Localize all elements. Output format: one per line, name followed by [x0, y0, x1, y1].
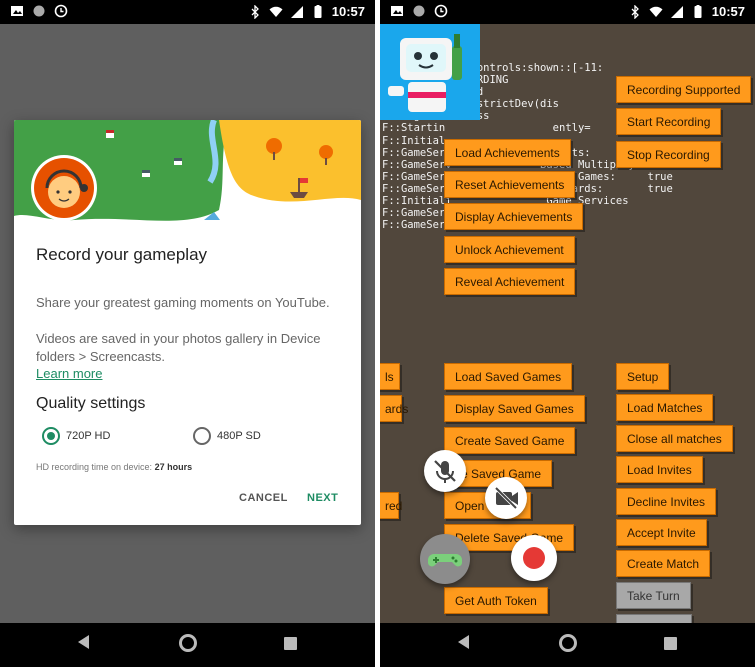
- bluetooth-icon: [631, 4, 639, 19]
- setup-button[interactable]: Setup: [616, 363, 670, 390]
- display-saved-games-button[interactable]: Display Saved Games: [444, 395, 585, 422]
- wifi-icon: [269, 6, 283, 17]
- record-button[interactable]: [511, 535, 557, 581]
- recent-apps-icon[interactable]: [284, 637, 297, 650]
- display-achievements-button[interactable]: Display Achievements: [444, 203, 584, 230]
- radio-480p-sd-label[interactable]: 480P SD: [217, 430, 261, 442]
- navigation-bar: [0, 623, 375, 667]
- home-icon[interactable]: [559, 634, 577, 652]
- image-notification-icon: [11, 6, 23, 16]
- accept-invite-button[interactable]: Accept Invite: [616, 519, 707, 546]
- circle-notification-icon: [413, 5, 425, 17]
- get-auth-token-button[interactable]: Get Auth Token: [444, 587, 548, 614]
- partial-left-button-3[interactable]: red: [380, 492, 402, 519]
- radio-720p-hd-label[interactable]: 720P HD: [66, 430, 110, 442]
- dialog-description: Share your greatest gaming moments on Yo…: [36, 295, 330, 310]
- battery-icon: [694, 4, 702, 18]
- image-notification-icon: [391, 6, 403, 16]
- dialog-title: Record your gameplay: [36, 245, 208, 264]
- mic-off-icon: [434, 460, 456, 483]
- unlock-achievement-button[interactable]: Unlock Achievement: [444, 236, 575, 263]
- right-phone-screen: 10:57 ng:controls:shown::[-11: RECORDING…: [380, 0, 755, 667]
- load-saved-games-button[interactable]: Load Saved Games: [444, 363, 573, 390]
- battery-icon: [314, 4, 322, 18]
- navigation-bar: [380, 623, 755, 667]
- decline-invites-button[interactable]: Decline Invites: [616, 488, 717, 515]
- next-button[interactable]: NEXT: [307, 492, 338, 504]
- clock-notification-icon: [434, 4, 448, 18]
- clock-time: 10:57: [711, 4, 745, 19]
- robot-avatar-image: [380, 24, 480, 120]
- quality-settings-title: Quality settings: [36, 395, 146, 412]
- close-all-matches-button[interactable]: Close all matches: [616, 425, 733, 452]
- stop-recording-button[interactable]: Stop Recording: [616, 141, 721, 168]
- back-icon[interactable]: [458, 635, 469, 649]
- take-turn-button[interactable]: Take Turn: [616, 582, 691, 609]
- recording-supported-button[interactable]: Recording Supported: [616, 76, 752, 103]
- bluetooth-icon: [251, 4, 259, 19]
- hd-recording-time-label: HD recording time on device:: [36, 462, 153, 472]
- record-gameplay-dialog: Record your gameplay Share your greatest…: [14, 120, 361, 525]
- cancel-button[interactable]: CANCEL: [239, 492, 288, 504]
- status-bar: 10:57: [380, 0, 755, 24]
- learn-more-link[interactable]: Learn more: [36, 366, 102, 381]
- create-match-button[interactable]: Create Match: [616, 550, 711, 577]
- clock-notification-icon: [54, 4, 68, 18]
- radio-480p-sd[interactable]: [193, 427, 211, 445]
- hd-recording-time: HD recording time on device: 27 hours: [36, 462, 192, 472]
- status-bar: 10:57: [0, 0, 375, 24]
- circle-notification-icon: [33, 5, 45, 17]
- recent-apps-icon[interactable]: [664, 637, 677, 650]
- partial-left-button-1[interactable]: ls: [380, 363, 400, 390]
- wifi-icon: [649, 6, 663, 17]
- back-icon[interactable]: [78, 635, 89, 649]
- hd-recording-time-value: 27 hours: [154, 462, 193, 472]
- start-recording-button[interactable]: Start Recording: [616, 108, 722, 135]
- left-phone-screen: 10:57 Record your gameplay Share your gr…: [0, 0, 375, 667]
- radio-720p-hd[interactable]: [42, 427, 60, 445]
- play-games-button[interactable]: [420, 534, 470, 584]
- dialog-save-info: Videos are saved in your photos gallery …: [36, 331, 321, 364]
- signal-icon: [670, 5, 683, 18]
- reveal-achievement-button[interactable]: Reveal Achievement: [444, 268, 576, 295]
- gamepad-icon: [428, 554, 462, 567]
- signal-icon: [290, 5, 303, 18]
- home-icon[interactable]: [179, 634, 197, 652]
- load-matches-button[interactable]: Load Matches: [616, 394, 714, 421]
- gameplay-banner-illustration: [14, 120, 361, 225]
- partial-left-button-2[interactable]: ards: [380, 395, 408, 422]
- microphone-toggle-button[interactable]: [424, 450, 466, 492]
- reset-achievements-button[interactable]: Reset Achievements: [444, 171, 576, 198]
- camera-off-icon: [494, 486, 518, 510]
- clock-time: 10:57: [331, 4, 365, 19]
- load-invites-button[interactable]: Load Invites: [616, 456, 703, 483]
- record-icon: [523, 547, 545, 569]
- load-achievements-button[interactable]: Load Achievements: [444, 139, 571, 166]
- camera-toggle-button[interactable]: [485, 477, 527, 519]
